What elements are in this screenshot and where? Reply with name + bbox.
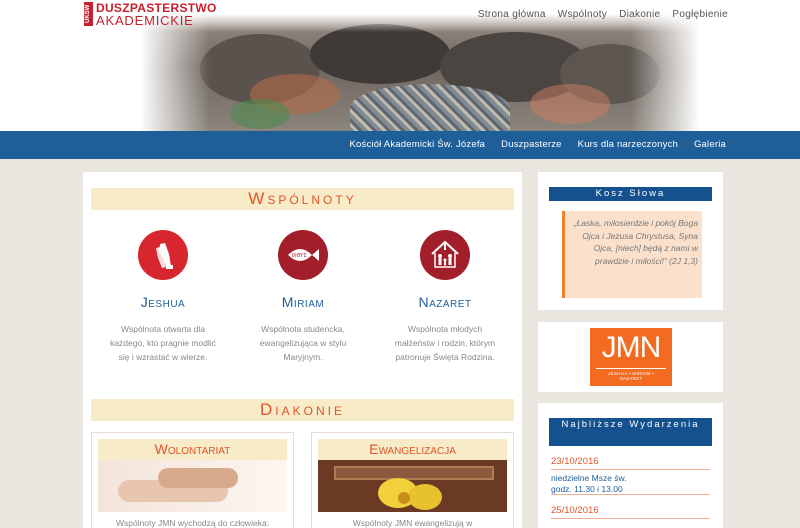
family-house-icon (420, 230, 470, 280)
main-content: Wspólnoty Jeshua Wspólnota otwarta dla k… (83, 172, 522, 528)
secondary-nav: Kościół Akademicki Św. Józefa Duszpaster… (0, 131, 800, 159)
community-miriam[interactable]: ΙΧΘΥΣ Miriam Wspólnota studencka, ewange… (233, 230, 373, 364)
site-header: UKSW DUSZPASTERSTWO AKADEMICKIE Strona g… (0, 0, 800, 132)
ichthys-fish-icon: ΙΧΘΥΣ (278, 230, 328, 280)
nav-kurs[interactable]: Kurs dla narzeczonych (570, 139, 686, 150)
event-item[interactable]: 25/10/2016 (551, 505, 710, 519)
jmn-logo[interactable]: JMN JESHUA • MIRIAM • NAZARET (590, 328, 672, 386)
community-jeshua[interactable]: Jeshua Wspólnota otwarta dla każdego, kt… (93, 230, 233, 364)
event-date: 23/10/2016 (551, 456, 710, 470)
community-name: Jeshua (140, 294, 186, 310)
community-desc: Wspólnota studencka, ewangelizująca w st… (259, 324, 347, 362)
sidebar-events: Najbliższe Wydarzenia 23/10/2016 niedzie… (538, 403, 723, 528)
nav-duszpasterze[interactable]: Duszpasterze (493, 139, 569, 150)
event-desc: niedzielne Msze św. godz. 11.30 i 13.00 (551, 473, 627, 494)
svg-text:ΙΧΘΥΣ: ΙΧΘΥΣ (291, 253, 306, 259)
nav-wspolnoty[interactable]: Wspólnoty (552, 9, 613, 20)
jmn-logo-text: JMN (601, 331, 662, 364)
card-title: Wolontariat (98, 439, 287, 460)
logo-line-2: AKADEMICKIE (96, 13, 194, 28)
event-item[interactable]: 23/10/2016 niedzielne Msze św. godz. 11.… (551, 456, 710, 495)
nav-strona-glowna[interactable]: Strona główna (472, 9, 552, 20)
praying-hands-icon (138, 230, 188, 280)
diakonia-card-wolontariat[interactable]: Wolontariat Wspólnoty JMN wychodzą do cz… (91, 432, 294, 528)
community-desc: Wspólnota młodych małżeństw i rodzin, kt… (394, 324, 496, 362)
jmn-logo-subtitle: JESHUA • MIRIAM • NAZARET (596, 368, 666, 381)
hero-group-photo (140, 14, 700, 132)
card-text: Wspólnoty JMN ewangelizują w (352, 518, 473, 528)
nav-diakonie[interactable]: Diakonie (613, 9, 666, 20)
nav-kosciol[interactable]: Kościół Akademicki Św. Józefa (341, 139, 493, 150)
site-logo[interactable]: UKSW DUSZPASTERSTWO AKADEMICKIE (84, 2, 217, 28)
nav-galeria[interactable]: Galeria (686, 139, 734, 150)
section-heading-wspolnoty: Wspólnoty (91, 188, 514, 210)
top-nav: Strona główna Wspólnoty Diakonie Pogłębi… (472, 9, 734, 20)
sidebar-kosz-slowa: Kosz Słowa „Łaska, miłosierdzie i pokój … (538, 172, 723, 310)
card-image-hands (98, 460, 287, 512)
community-name: Nazaret (418, 294, 472, 310)
floor-mosaic (350, 84, 510, 132)
community-nazaret[interactable]: Nazaret Wspólnota młodych małżeństw i ro… (375, 230, 515, 364)
scripture-quote: „Łaska, miłosierdzie i pokój Boga Ojca i… (562, 211, 702, 298)
sidebar-heading: Kosz Słowa (549, 187, 712, 201)
community-name: Miriam (281, 294, 325, 310)
section-heading-diakonie: Diakonie (91, 399, 514, 421)
card-text: Wspólnoty JMN wychodzą do człowieka: (115, 518, 270, 528)
logo-uksw-tag: UKSW (84, 2, 93, 26)
diakonia-card-ewangelizacja[interactable]: Ewangelizacja Wspólnoty JMN ewangelizują… (311, 432, 514, 528)
nav-poglebienie[interactable]: Pogłębienie (666, 9, 734, 20)
card-title: Ewangelizacja (318, 439, 507, 460)
sidebar-jmn: JMN JESHUA • MIRIAM • NAZARET (538, 322, 723, 392)
card-image-flower (318, 460, 507, 512)
community-desc: Wspólnota otwarta dla każdego, kto pragn… (110, 324, 216, 362)
event-date: 25/10/2016 (551, 505, 710, 519)
sidebar-heading: Najbliższe Wydarzenia (549, 418, 712, 446)
